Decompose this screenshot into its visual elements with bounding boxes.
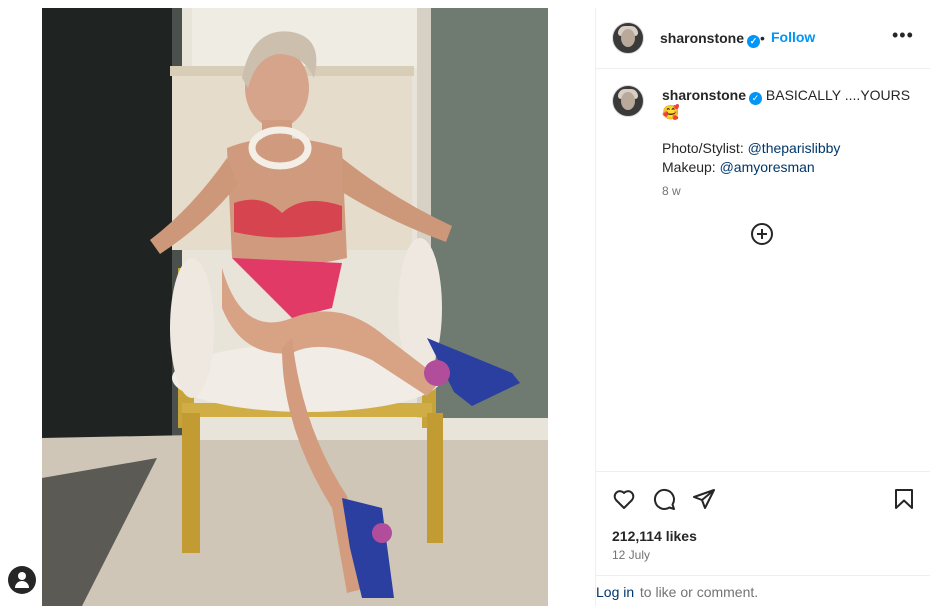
post-header: sharonstone ✓ • Follow ••• (596, 8, 930, 69)
verified-badge-icon: ✓ (749, 92, 763, 105)
heart-icon[interactable] (612, 487, 636, 511)
post-date: 12 July (612, 548, 651, 562)
credit-handle-link[interactable]: @theparislibby (748, 140, 841, 156)
author-username-row[interactable]: sharonstone ✓ (660, 30, 761, 48)
post-age[interactable]: 8 w (662, 184, 681, 198)
follow-button[interactable]: Follow (771, 29, 815, 45)
comment-icon[interactable] (652, 487, 676, 511)
header-separator: • (760, 30, 765, 46)
caption: sharonstone ✓ BASICALLY ....YOURS (662, 86, 922, 105)
login-prompt-text: to like or comment. (636, 584, 759, 600)
caption-text: BASICALLY ....YOURS (765, 87, 911, 103)
caption-emoji: 🥰 (662, 104, 680, 120)
login-link[interactable]: Log in (596, 584, 634, 600)
left-gutter (0, 0, 42, 614)
author-avatar[interactable] (612, 22, 644, 54)
login-prompt: Log in to like or comment. (596, 575, 930, 607)
user-icon[interactable] (8, 566, 36, 594)
credit-handle-link[interactable]: @amyoresman (720, 159, 815, 175)
paper-plane-icon[interactable] (692, 487, 716, 511)
caption-avatar[interactable] (612, 85, 644, 117)
bookmark-icon[interactable] (892, 487, 916, 511)
likes-count[interactable]: 212,114 likes (612, 528, 697, 544)
verified-badge-icon: ✓ (747, 35, 761, 48)
more-options-icon[interactable]: ••• (892, 25, 914, 46)
author-username[interactable]: sharonstone (660, 30, 744, 46)
action-bar (596, 471, 930, 532)
credit-photo: Photo/Stylist: @theparislibby (662, 140, 840, 156)
credit-label: Makeup: (662, 159, 720, 175)
post-photo[interactable] (42, 8, 548, 606)
caption-username[interactable]: sharonstone (662, 87, 746, 103)
credit-label: Photo/Stylist: (662, 140, 748, 156)
credit-makeup: Makeup: @amyoresman (662, 159, 815, 175)
post-panel: sharonstone ✓ • Follow ••• sharonstone ✓ B… (595, 8, 930, 606)
add-circle-icon[interactable] (751, 223, 773, 245)
